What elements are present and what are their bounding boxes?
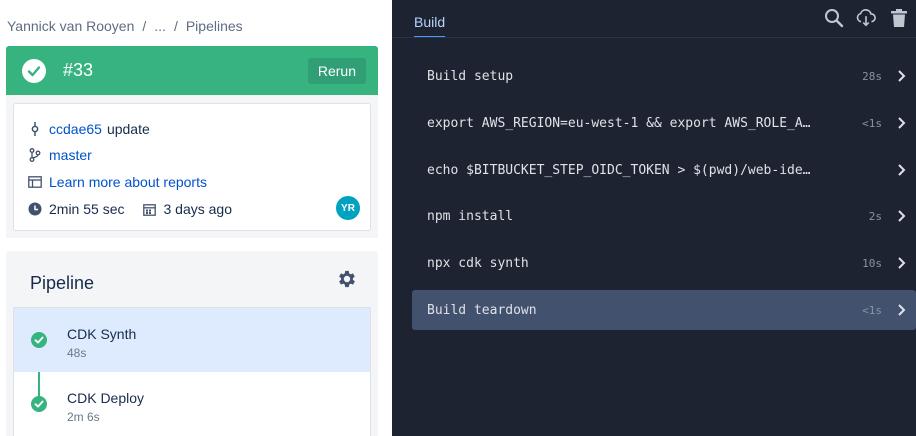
step-success-icon: [31, 396, 47, 412]
search-icon[interactable]: [824, 8, 844, 28]
run-duration: 2min 55 sec: [49, 201, 125, 217]
timing-row: 2min 55 sec 3 days ago: [28, 201, 232, 217]
chevron-right-icon: [898, 257, 906, 269]
command-label: export AWS_REGION=eu-west-1 && export AW…: [427, 115, 811, 131]
pipeline-title: Pipeline: [30, 273, 95, 293]
breadcrumb-owner[interactable]: Yannick van Rooyen: [7, 18, 134, 34]
pipeline-steps: CDK Synth 48s CDK Deploy 2m 6s: [13, 307, 371, 436]
breadcrumb-separator: /: [142, 18, 147, 34]
breadcrumb-current[interactable]: Pipelines: [186, 18, 243, 34]
breadcrumb-separator: /: [173, 18, 178, 34]
step-duration: 48s: [67, 346, 87, 360]
tab-build[interactable]: Build: [414, 14, 446, 38]
pipeline-step-cdk-synth[interactable]: CDK Synth 48s: [14, 308, 370, 372]
pipeline-step-cdk-deploy[interactable]: CDK Deploy 2m 6s: [14, 372, 370, 436]
branch-icon: [28, 148, 42, 162]
step-success-icon: [31, 332, 47, 348]
command-label: npx cdk synth: [427, 255, 529, 271]
log-step-cdk-synth[interactable]: npx cdk synth 10s: [412, 243, 916, 283]
breadcrumb: Yannick van Rooyen /... / Pipelines: [7, 18, 243, 34]
commit-hash-link[interactable]: ccdae65: [49, 121, 102, 137]
log-step-build-teardown[interactable]: Build teardown <1s: [412, 290, 916, 330]
success-check-icon: [22, 58, 46, 83]
clock-icon: [28, 202, 42, 216]
command-label: Build teardown: [427, 302, 537, 318]
run-status-bar: #33 Rerun: [6, 46, 378, 95]
command-time: 28s: [862, 69, 882, 83]
commit-icon: [28, 122, 42, 136]
command-time: 2s: [868, 209, 882, 223]
chevron-right-icon: [898, 210, 906, 222]
commit-row: ccdae65 update: [28, 121, 150, 137]
chevron-right-icon: [898, 304, 906, 316]
rerun-button[interactable]: Rerun: [307, 58, 366, 84]
command-label: echo $BITBUCKET_STEP_OIDC_TOKEN > $(pwd)…: [427, 162, 811, 178]
branch-row: master: [28, 147, 92, 163]
breadcrumb-ellipsis[interactable]: ...: [154, 18, 166, 34]
calendar-icon: [142, 202, 156, 216]
command-label: Build setup: [427, 68, 514, 84]
log-pane: Build Build setup 28s export AWS_REGION=…: [392, 0, 916, 436]
pipeline-card: Pipeline CDK Synth 48s CDK Deploy 2m 6s: [6, 251, 378, 436]
header-divider: [392, 37, 916, 38]
branch-link[interactable]: master: [49, 147, 92, 163]
log-step-export-aws[interactable]: export AWS_REGION=eu-west-1 && export AW…: [412, 103, 916, 143]
run-info-card: ccdae65 update master Learn more about r…: [6, 95, 378, 238]
step-name: CDK Deploy: [67, 390, 145, 406]
chevron-right-icon: [898, 164, 906, 176]
log-step-echo-token[interactable]: echo $BITBUCKET_STEP_OIDC_TOKEN > $(pwd)…: [412, 150, 916, 190]
left-pane: Yannick van Rooyen /... / Pipelines #33 Rer…: [0, 0, 392, 436]
reports-icon: [28, 175, 42, 189]
run-age: 3 days ago: [163, 201, 232, 217]
chevron-right-icon: [898, 117, 906, 129]
run-info-panel: ccdae65 update master Learn more about r…: [13, 103, 371, 231]
commit-message: update: [106, 121, 150, 137]
log-step-build-setup[interactable]: Build setup 28s: [412, 56, 916, 96]
chevron-right-icon: [898, 70, 906, 82]
download-icon[interactable]: [856, 8, 876, 28]
reports-row: Learn more about reports: [28, 174, 207, 190]
avatar[interactable]: YR: [336, 196, 360, 220]
command-time: <1s: [862, 116, 882, 130]
trash-icon[interactable]: [889, 8, 909, 28]
step-duration: 2m 6s: [67, 410, 100, 424]
command-label: npm install: [427, 208, 514, 224]
step-name: CDK Synth: [67, 326, 137, 342]
command-time: 10s: [862, 256, 882, 270]
log-step-npm-install[interactable]: npm install 2s: [412, 196, 916, 236]
command-time: <1s: [862, 303, 882, 317]
gear-icon[interactable]: [336, 268, 358, 290]
learn-reports-link[interactable]: Learn more about reports: [49, 174, 207, 190]
run-number: #33: [63, 60, 94, 80]
